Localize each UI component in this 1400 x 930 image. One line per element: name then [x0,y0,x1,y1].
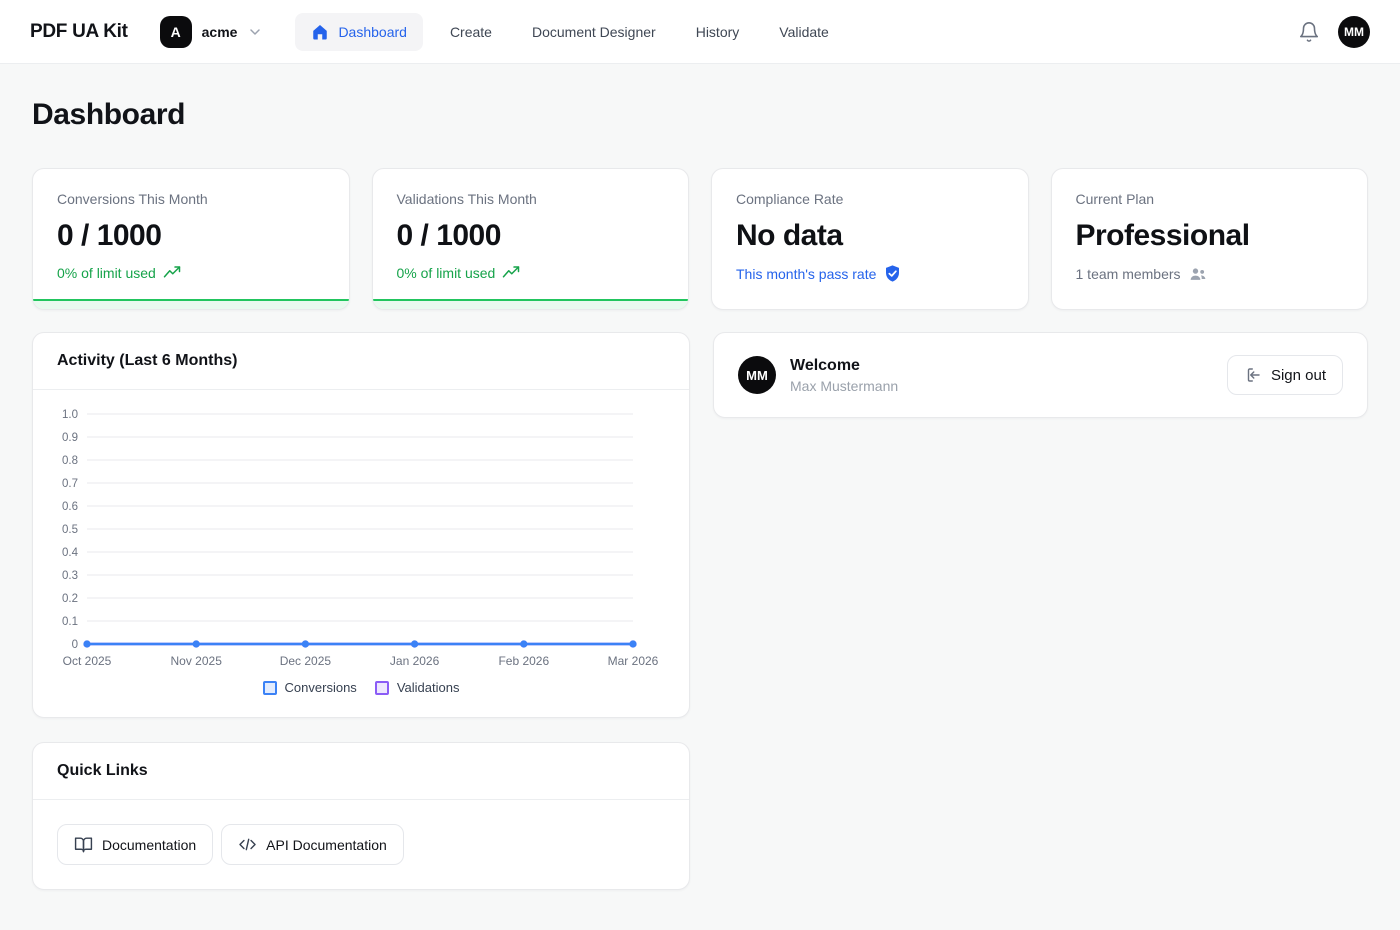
stat-value: No data [736,219,1004,253]
bell-icon [1298,21,1320,43]
sign-out-label: Sign out [1271,367,1326,384]
usage-progress-bar [33,299,349,309]
documentation-link[interactable]: Documentation [57,824,213,865]
stat-sub-text: This month's pass rate [736,266,876,282]
welcome-title: Welcome [790,357,898,375]
activity-chart-title: Activity (Last 6 Months) [33,333,689,390]
svg-text:Jan 2026: Jan 2026 [390,654,440,668]
svg-text:Dec 2025: Dec 2025 [280,654,332,668]
notifications-button[interactable] [1298,21,1320,43]
legend-swatch-validations [375,681,389,695]
legend-item-validations[interactable]: Validations [375,680,460,695]
svg-text:Oct 2025: Oct 2025 [63,654,112,668]
user-avatar-large: MM [738,356,776,394]
code-icon [238,835,257,854]
legend-swatch-conversions [263,681,277,695]
stat-card-conversions: Conversions This Month 0 / 1000 0% of li… [32,168,350,310]
quick-links-title: Quick Links [33,743,689,800]
svg-text:Feb 2026: Feb 2026 [498,654,549,668]
user-avatar[interactable]: MM [1338,16,1370,48]
stat-label: Conversions This Month [57,191,325,207]
trending-up-icon [502,264,520,282]
api-documentation-label: API Documentation [266,837,387,853]
documentation-label: Documentation [102,837,196,853]
svg-text:0.2: 0.2 [62,593,78,605]
stat-card-plan: Current Plan Professional 1 team members [1051,168,1369,310]
svg-text:0.4: 0.4 [62,547,79,559]
nav-item-document-designer[interactable]: Document Designer [519,14,669,50]
svg-text:0.8: 0.8 [62,455,78,467]
stat-value: 0 / 1000 [57,219,325,253]
activity-chart-svg: 0 0.1 0.2 0.3 0.4 0.5 0.6 0.7 0.8 0.9 1.0 Oct 2025 N… [57,404,665,672]
quick-links-card: Quick Links Documentation API Documentat… [32,742,690,890]
svg-text:0.9: 0.9 [62,432,78,444]
stat-label: Current Plan [1076,191,1344,207]
stat-value: 0 / 1000 [397,219,665,253]
sign-out-button[interactable]: Sign out [1227,355,1343,395]
page-title: Dashboard [32,98,1368,132]
nav-item-dashboard[interactable]: Dashboard [295,13,423,51]
stat-sub-text: 0% of limit used [57,265,156,281]
org-switcher[interactable]: A acme [160,16,264,48]
trending-up-icon [163,264,181,282]
nav-item-validate[interactable]: Validate [766,14,842,50]
content-grid: Activity (Last 6 Months) 0 0.1 0.2 0.3 0.4 0.… [32,332,1368,890]
activity-chart-card: Activity (Last 6 Months) 0 0.1 0.2 0.3 0.4 0.… [32,332,690,718]
svg-text:0.5: 0.5 [62,524,78,536]
svg-text:Mar 2026: Mar 2026 [608,654,659,668]
api-documentation-link[interactable]: API Documentation [221,824,404,865]
app-logo: PDF UA Kit [30,21,128,43]
stat-label: Compliance Rate [736,191,1004,207]
usage-progress-bar [373,299,689,309]
stat-sub-text: 1 team members [1076,266,1181,282]
svg-text:0.6: 0.6 [62,501,78,513]
topbar-right: MM [1298,16,1370,48]
svg-text:1.0: 1.0 [62,409,78,421]
stat-label: Validations This Month [397,191,665,207]
welcome-user-name: Max Mustermann [790,378,898,394]
stats-grid: Conversions This Month 0 / 1000 0% of li… [32,168,1368,310]
nav-item-label: Dashboard [338,24,407,40]
home-icon [311,23,329,41]
log-out-icon [1244,366,1262,384]
legend-label: Conversions [285,680,357,695]
stat-card-compliance: Compliance Rate No data This month's pas… [711,168,1029,310]
legend-item-conversions[interactable]: Conversions [263,680,357,695]
org-name: acme [202,24,238,40]
chart-legend: Conversions Validations [57,680,665,695]
nav-item-history[interactable]: History [683,14,753,50]
stat-card-validations: Validations This Month 0 / 1000 0% of li… [372,168,690,310]
svg-text:0: 0 [72,639,78,651]
legend-label: Validations [397,680,460,695]
book-open-icon [74,835,93,854]
svg-text:Nov 2025: Nov 2025 [171,654,223,668]
org-avatar: A [160,16,192,48]
main-content: Dashboard Conversions This Month 0 / 100… [0,64,1400,922]
svg-text:0.3: 0.3 [62,570,78,582]
stat-sub-text: 0% of limit used [397,265,496,281]
svg-text:0.1: 0.1 [62,616,78,628]
chevron-down-icon [247,24,263,40]
shield-check-icon [883,264,902,283]
welcome-card: MM Welcome Max Mustermann Sign out [713,332,1368,418]
main-nav: Dashboard Create Document Designer Histo… [295,13,841,51]
svg-text:0.7: 0.7 [62,478,78,490]
users-icon [1188,264,1208,284]
stat-value: Professional [1076,219,1344,253]
nav-item-create[interactable]: Create [437,14,505,50]
top-navigation-bar: PDF UA Kit A acme Dashboard Create Docum… [0,0,1400,64]
